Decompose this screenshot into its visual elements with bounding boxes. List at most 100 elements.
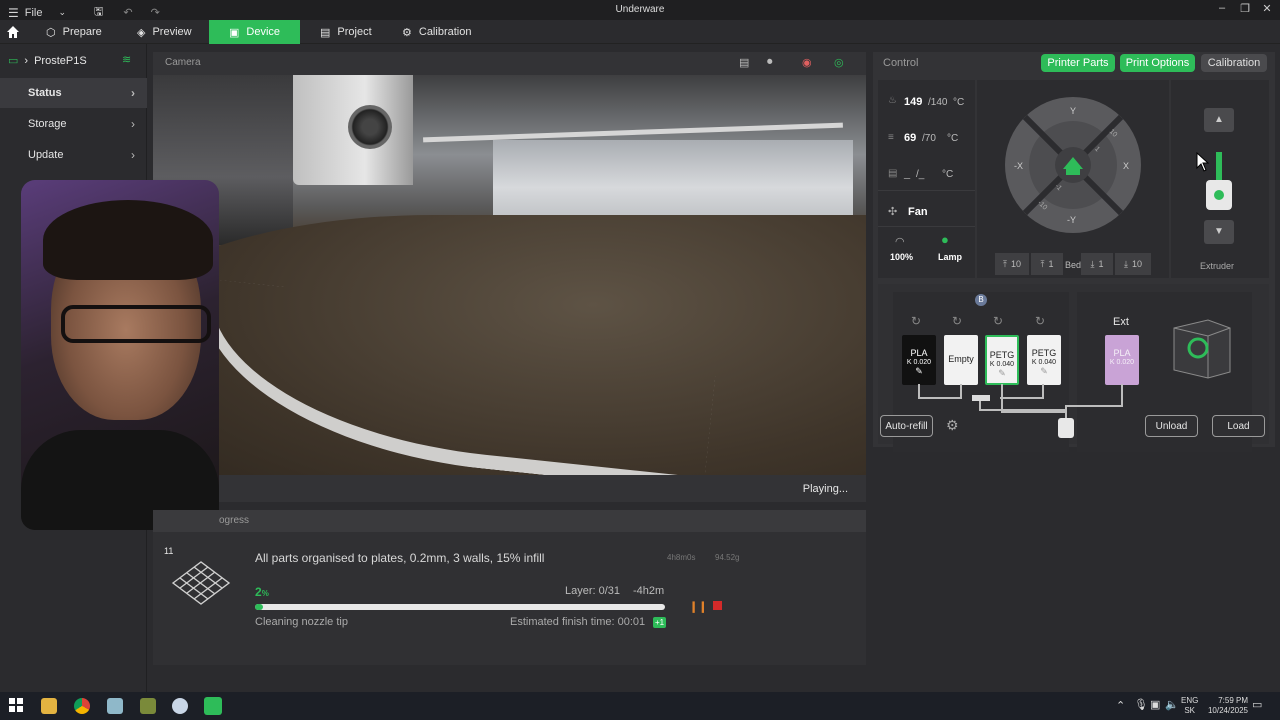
sidebar-item-storage[interactable]: Storage ›: [0, 109, 147, 139]
pause-icon[interactable]: ❙❙: [689, 600, 707, 613]
bed-up-1-button[interactable]: ⤒ 1: [1031, 253, 1063, 275]
extruder-up-button[interactable]: ▲: [1204, 108, 1234, 132]
notification-icon[interactable]: ▭: [1252, 698, 1262, 711]
home-icon[interactable]: [6, 25, 20, 39]
tab-project[interactable]: ▤ Project: [308, 20, 384, 44]
chevron-right-icon: ›: [131, 86, 135, 100]
lamp-icon[interactable]: ●: [941, 232, 949, 247]
network-icon[interactable]: ▣: [1150, 698, 1160, 711]
paint-icon[interactable]: [172, 698, 188, 714]
arrow-down-icon: ⤓: [1124, 258, 1128, 269]
ams-slot-4[interactable]: PETG K 0.040 ✎: [1027, 335, 1061, 385]
tab-device[interactable]: ▣ Device: [209, 20, 300, 44]
main-nav: ⬡ Prepare ◈ Preview ▣ Device ▤ Project ⚙…: [0, 20, 1280, 44]
tab-preview[interactable]: ◈ Preview: [125, 20, 204, 44]
bed-label: Bed: [1065, 260, 1082, 270]
bed-up-10-button[interactable]: ⤒ 10: [995, 253, 1029, 275]
extruder-feed-line: [1216, 152, 1222, 182]
language-code: ENG: [1181, 696, 1199, 705]
divider: [878, 190, 975, 191]
ams-slot-3[interactable]: PETG K 0.040 ✎: [985, 335, 1019, 385]
job-time: 4h8m0s: [667, 553, 696, 562]
language-indicator[interactable]: ENG SK: [1181, 696, 1198, 716]
toolhead-fan: [348, 105, 392, 149]
speed-value[interactable]: 100%: [890, 252, 913, 262]
notepad-icon[interactable]: [107, 698, 123, 714]
restore-icon[interactable]: ❐: [1233, 2, 1257, 15]
ams-settings-icon[interactable]: ⚙: [946, 417, 959, 434]
layer-count: Layer: 0/31: [565, 585, 621, 597]
close-icon[interactable]: ✕: [1255, 2, 1279, 15]
webcam-overlay: [21, 180, 219, 530]
calibration-button[interactable]: Calibration: [1201, 54, 1267, 72]
slot-material: Empty: [948, 354, 974, 364]
print-options-button[interactable]: Print Options: [1120, 54, 1195, 72]
sidebar-item-update[interactable]: Update ›: [0, 140, 147, 170]
print-progress-panel: ogress 11 All parts organised to plates,…: [153, 510, 866, 665]
load-button[interactable]: Load: [1212, 415, 1265, 437]
edit-icon[interactable]: ✎: [987, 369, 1017, 378]
slot-refresh-icon[interactable]: ↻: [1035, 314, 1045, 328]
camera-title: Camera: [165, 57, 201, 68]
unload-button[interactable]: Unload: [1145, 415, 1198, 437]
printer-selector[interactable]: ▭ › ProsteP1S: [8, 54, 87, 68]
jog-y-plus[interactable]: Y: [1070, 106, 1076, 116]
camera-feed: [153, 75, 866, 475]
progress-percent-group: 2%: [255, 585, 269, 599]
app-icon[interactable]: [140, 698, 156, 714]
auto-refill-button[interactable]: Auto-refill: [880, 415, 933, 437]
microphone-icon[interactable]: 🎙: [1134, 698, 1148, 711]
extruder-nozzle: [1206, 180, 1232, 210]
fan-button[interactable]: Fan: [908, 206, 928, 218]
temperature-box: ♨ 149 /140 °C ≡ 69 /70 °C ▤ _ /_ °C ✣ Fa…: [878, 80, 975, 278]
nozzle-temp-current[interactable]: 149: [904, 96, 922, 108]
bed-temp-current[interactable]: 69: [904, 132, 916, 144]
extruder-down-button[interactable]: ▼: [1204, 220, 1234, 244]
ams-unit-badge[interactable]: B: [975, 294, 987, 306]
stop-icon[interactable]: [713, 601, 722, 610]
chrome-icon[interactable]: [74, 698, 90, 714]
tab-prepare[interactable]: ⬡ Prepare: [34, 20, 114, 44]
jog-box: Y -Y -X X 10 1 -1 -10 ⤒ 10 ⤒ 1 Bed ⤓ 1 ⤓ 10: [977, 80, 1169, 278]
home-button[interactable]: [0, 20, 28, 44]
camera-toggle-icon[interactable]: ◎: [834, 56, 844, 69]
file-explorer-icon[interactable]: [41, 698, 57, 714]
lamp-button[interactable]: Lamp: [938, 252, 962, 262]
jog-y-minus[interactable]: -Y: [1067, 215, 1076, 225]
volume-icon[interactable]: 🔈: [1165, 698, 1179, 711]
bed-down-1-button[interactable]: ⤓ 1: [1081, 253, 1113, 275]
timelapse-icon[interactable]: ◉: [802, 56, 812, 69]
nozzle-temp-target[interactable]: /140: [928, 97, 947, 108]
record-video-icon[interactable]: ⏺: [767, 56, 773, 69]
edit-icon[interactable]: ✎: [902, 367, 936, 376]
slot-refresh-icon[interactable]: ↻: [993, 314, 1003, 328]
slot-refresh-icon[interactable]: ↻: [911, 314, 921, 328]
sd-card-icon[interactable]: ▤: [739, 56, 749, 69]
slot-refresh-icon[interactable]: ↻: [952, 314, 962, 328]
tab-calibration[interactable]: ⚙ Calibration: [390, 20, 483, 44]
plate-thumbnail: [171, 560, 231, 606]
arrow-down-icon: ⤓: [1090, 258, 1095, 269]
printer-parts-button[interactable]: Printer Parts: [1041, 54, 1115, 72]
minimize-icon[interactable]: –: [1210, 2, 1234, 14]
external-spool-slot[interactable]: PLA K 0.020: [1105, 335, 1139, 385]
chevron-up-icon[interactable]: ⌃: [1116, 699, 1125, 712]
calibration-icon: ⚙: [402, 26, 412, 39]
bed-down-10-button[interactable]: ⤓ 10: [1115, 253, 1151, 275]
clock[interactable]: 7:59 PM 10/24/2025: [1200, 696, 1248, 716]
bed-temp-target[interactable]: /70: [922, 133, 936, 144]
tab-label: Project: [337, 26, 372, 38]
filament-path: [918, 384, 1123, 438]
progress-percent: 2: [255, 585, 262, 599]
progress-title: ogress: [219, 515, 250, 526]
sidebar-item-status[interactable]: Status ›: [0, 78, 147, 108]
jog-x-plus[interactable]: X: [1123, 161, 1129, 171]
ams-slot-2[interactable]: Empty: [944, 335, 978, 385]
windows-start-icon[interactable]: [9, 698, 25, 714]
jog-x-minus[interactable]: -X: [1014, 161, 1023, 171]
chamber-icon: ▤: [888, 168, 898, 179]
ams-slot-1[interactable]: PLA K 0.020 ✎: [902, 335, 936, 385]
jog-pad[interactable]: [1003, 95, 1143, 235]
bambu-studio-icon[interactable]: [204, 697, 222, 715]
edit-icon[interactable]: ✎: [1027, 367, 1061, 376]
